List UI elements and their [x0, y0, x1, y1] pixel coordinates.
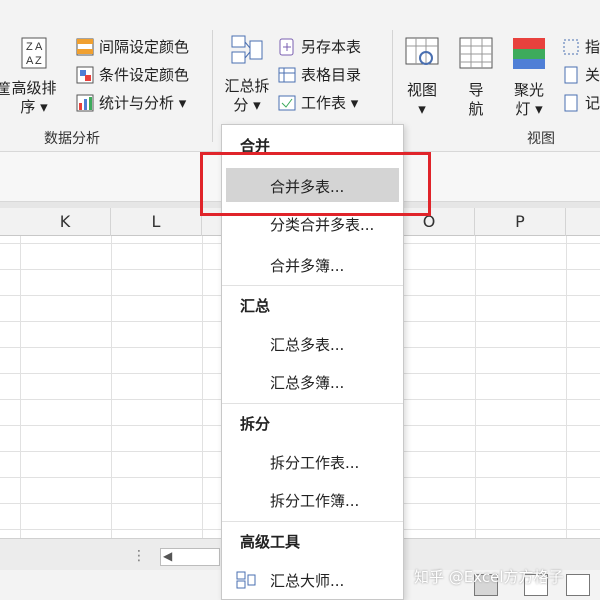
- column-header-p[interactable]: P: [475, 208, 566, 236]
- right-item-2-label: 关: [585, 66, 600, 84]
- view-label-1: 视图: [406, 81, 437, 99]
- interval-color-label: 间隔设定颜色: [99, 38, 190, 56]
- summary-master-icon: [236, 571, 256, 589]
- ribbon-separator: [212, 30, 213, 142]
- interval-color-button[interactable]: 间隔设定颜色: [76, 36, 189, 57]
- table-directory-icon: [278, 67, 296, 82]
- view-label-2: ▾: [418, 100, 426, 118]
- summary-split-label-2: 分 ▾: [233, 96, 261, 114]
- stats-analysis-button[interactable]: 统计与分析 ▾: [76, 92, 186, 113]
- condition-color-icon: [76, 66, 94, 83]
- save-as-label: 另存本表: [301, 38, 362, 56]
- right-item-1-label: 指: [585, 38, 600, 56]
- spreadsheet-app: 筐 Z A A Z 高级排 序 ▾ 间隔设定颜色 条件设定颜色 统计与分析 ▾ …: [0, 0, 600, 600]
- right-item-1[interactable]: 指: [562, 36, 600, 57]
- menu-divider: [222, 403, 403, 404]
- worksheet-button[interactable]: 工作表 ▾: [278, 92, 358, 113]
- watermark: 知乎 @Excel方方格子: [414, 568, 564, 586]
- menu-item-summary-multi[interactable]: 汇总多表...: [270, 334, 344, 355]
- navigation-button[interactable]: 导 航: [454, 36, 498, 119]
- navigation-label-1: 导: [468, 81, 484, 99]
- svg-text:A: A: [26, 55, 34, 67]
- svg-text:A: A: [35, 41, 43, 53]
- page-break-icon[interactable]: [566, 574, 590, 596]
- spotlight-label-1: 聚光: [513, 81, 544, 99]
- scroll-left-arrow[interactable]: ◀: [163, 549, 172, 563]
- spotlight-label-2: 灯 ▾: [515, 100, 543, 118]
- more-dots[interactable]: ⋮: [132, 548, 146, 564]
- sort-label-1: 高级排: [11, 79, 57, 97]
- menu-section-split: 拆分: [240, 415, 271, 433]
- document-icon: [564, 66, 578, 83]
- menu-item-summary-books[interactable]: 汇总多簿...: [270, 372, 344, 393]
- stats-label: 统计与分析 ▾: [99, 94, 187, 112]
- note-icon: [564, 94, 578, 111]
- view-button[interactable]: 视图 ▾: [400, 36, 444, 119]
- sort-az-icon: Z A A Z: [21, 37, 47, 69]
- summary-split-label-1: 汇总拆: [224, 77, 270, 95]
- condition-color-label: 条件设定颜色: [99, 66, 190, 84]
- summary-split-icon: [231, 35, 263, 64]
- menu-section-summary: 汇总: [240, 297, 271, 315]
- save-as-icon: [279, 38, 294, 55]
- condition-color-button[interactable]: 条件设定颜色: [76, 64, 189, 85]
- navigation-label-2: 航: [468, 100, 484, 118]
- menu-item-split-sheet[interactable]: 拆分工作表...: [270, 452, 359, 473]
- worksheet-icon: [278, 95, 296, 110]
- right-item-2[interactable]: 关: [562, 64, 600, 85]
- data-analysis-group-label: 数据分析: [44, 131, 100, 147]
- column-header-k[interactable]: K: [20, 208, 111, 236]
- menu-item-merge-books[interactable]: 合并多簿...: [270, 255, 344, 276]
- spotlight-icon: [513, 38, 545, 69]
- table-directory-button[interactable]: 表格目录: [278, 64, 361, 85]
- menu-divider: [222, 285, 403, 286]
- right-item-3-label: 记: [585, 94, 600, 112]
- svg-text:Z: Z: [26, 41, 33, 53]
- table-directory-label: 表格目录: [301, 66, 362, 84]
- sort-label-2: 序 ▾: [20, 98, 48, 116]
- pointer-icon: [563, 39, 579, 54]
- column-header-l[interactable]: L: [111, 208, 202, 236]
- menu-item-summary-master[interactable]: 汇总大师...: [270, 570, 344, 591]
- worksheet-label: 工作表 ▾: [301, 94, 359, 112]
- right-item-3[interactable]: 记: [562, 92, 600, 113]
- svg-text:Z: Z: [35, 55, 42, 67]
- spotlight-button[interactable]: 聚光 灯 ▾: [506, 36, 552, 119]
- stats-icon: [76, 94, 94, 111]
- save-as-button[interactable]: 另存本表: [278, 36, 361, 57]
- grid-color-icon: [76, 38, 94, 55]
- advanced-sort-button[interactable]: Z A A Z 高级排 序 ▾: [8, 36, 60, 117]
- highlight-annotation-box: [200, 152, 431, 216]
- menu-section-advanced: 高级工具: [240, 533, 301, 551]
- view-icon: [405, 37, 439, 65]
- summary-split-button[interactable]: 汇总拆 分 ▾: [222, 32, 272, 115]
- menu-divider: [222, 521, 403, 522]
- navigation-icon: [459, 37, 493, 69]
- view-group-label: 视图: [527, 131, 555, 147]
- menu-item-classify-merge[interactable]: 分类合并多表...: [270, 214, 374, 235]
- menu-item-split-book[interactable]: 拆分工作簿...: [270, 490, 359, 511]
